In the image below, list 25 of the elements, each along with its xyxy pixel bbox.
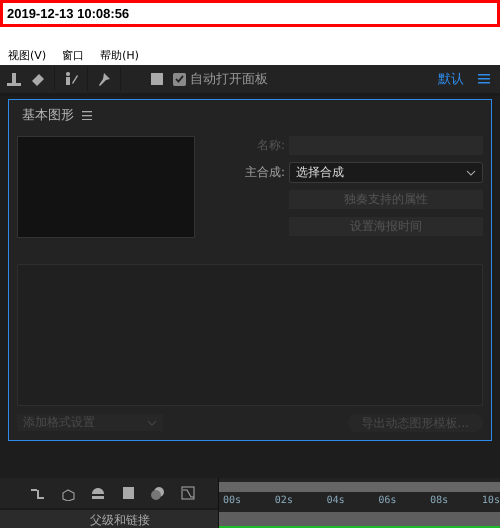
layers-icon[interactable] xyxy=(150,485,166,501)
field-label: 主合成: xyxy=(244,164,286,181)
menu-item[interactable]: 视图(V) xyxy=(8,48,46,62)
menu-icon[interactable] xyxy=(82,110,92,120)
column-header: 父级和链接 xyxy=(90,512,150,528)
chevron-icon xyxy=(147,420,157,426)
auto-open-checkbox[interactable] xyxy=(173,72,186,86)
graph-icon[interactable] xyxy=(180,485,196,501)
chevron-icon xyxy=(466,170,476,176)
master-comp-dropdown[interactable]: 选择合成 xyxy=(289,162,483,183)
time-ruler-label: 08s xyxy=(430,494,448,506)
workspace-tab[interactable]: 默认 xyxy=(438,70,464,88)
menu-item[interactable]: 帮助(H) xyxy=(100,48,139,62)
time-ruler-label: 10s xyxy=(482,494,500,506)
menu-icon[interactable] xyxy=(478,74,490,84)
time-ruler-label: 02s xyxy=(274,494,293,506)
time-ruler-label: 04s xyxy=(326,494,345,506)
time-ruler-label: 00s xyxy=(223,494,242,506)
checkbox-label: 自动打开面板 xyxy=(190,71,268,88)
checkmark-icon xyxy=(175,75,184,83)
panel-title: 基本图形 xyxy=(22,107,74,124)
time-ruler-label: 06s xyxy=(378,494,396,506)
timestamp: 2019-12-13 10:08:56 xyxy=(0,0,500,27)
menu-item[interactable]: 窗口 xyxy=(62,48,84,62)
stamp-icon[interactable] xyxy=(6,71,22,87)
